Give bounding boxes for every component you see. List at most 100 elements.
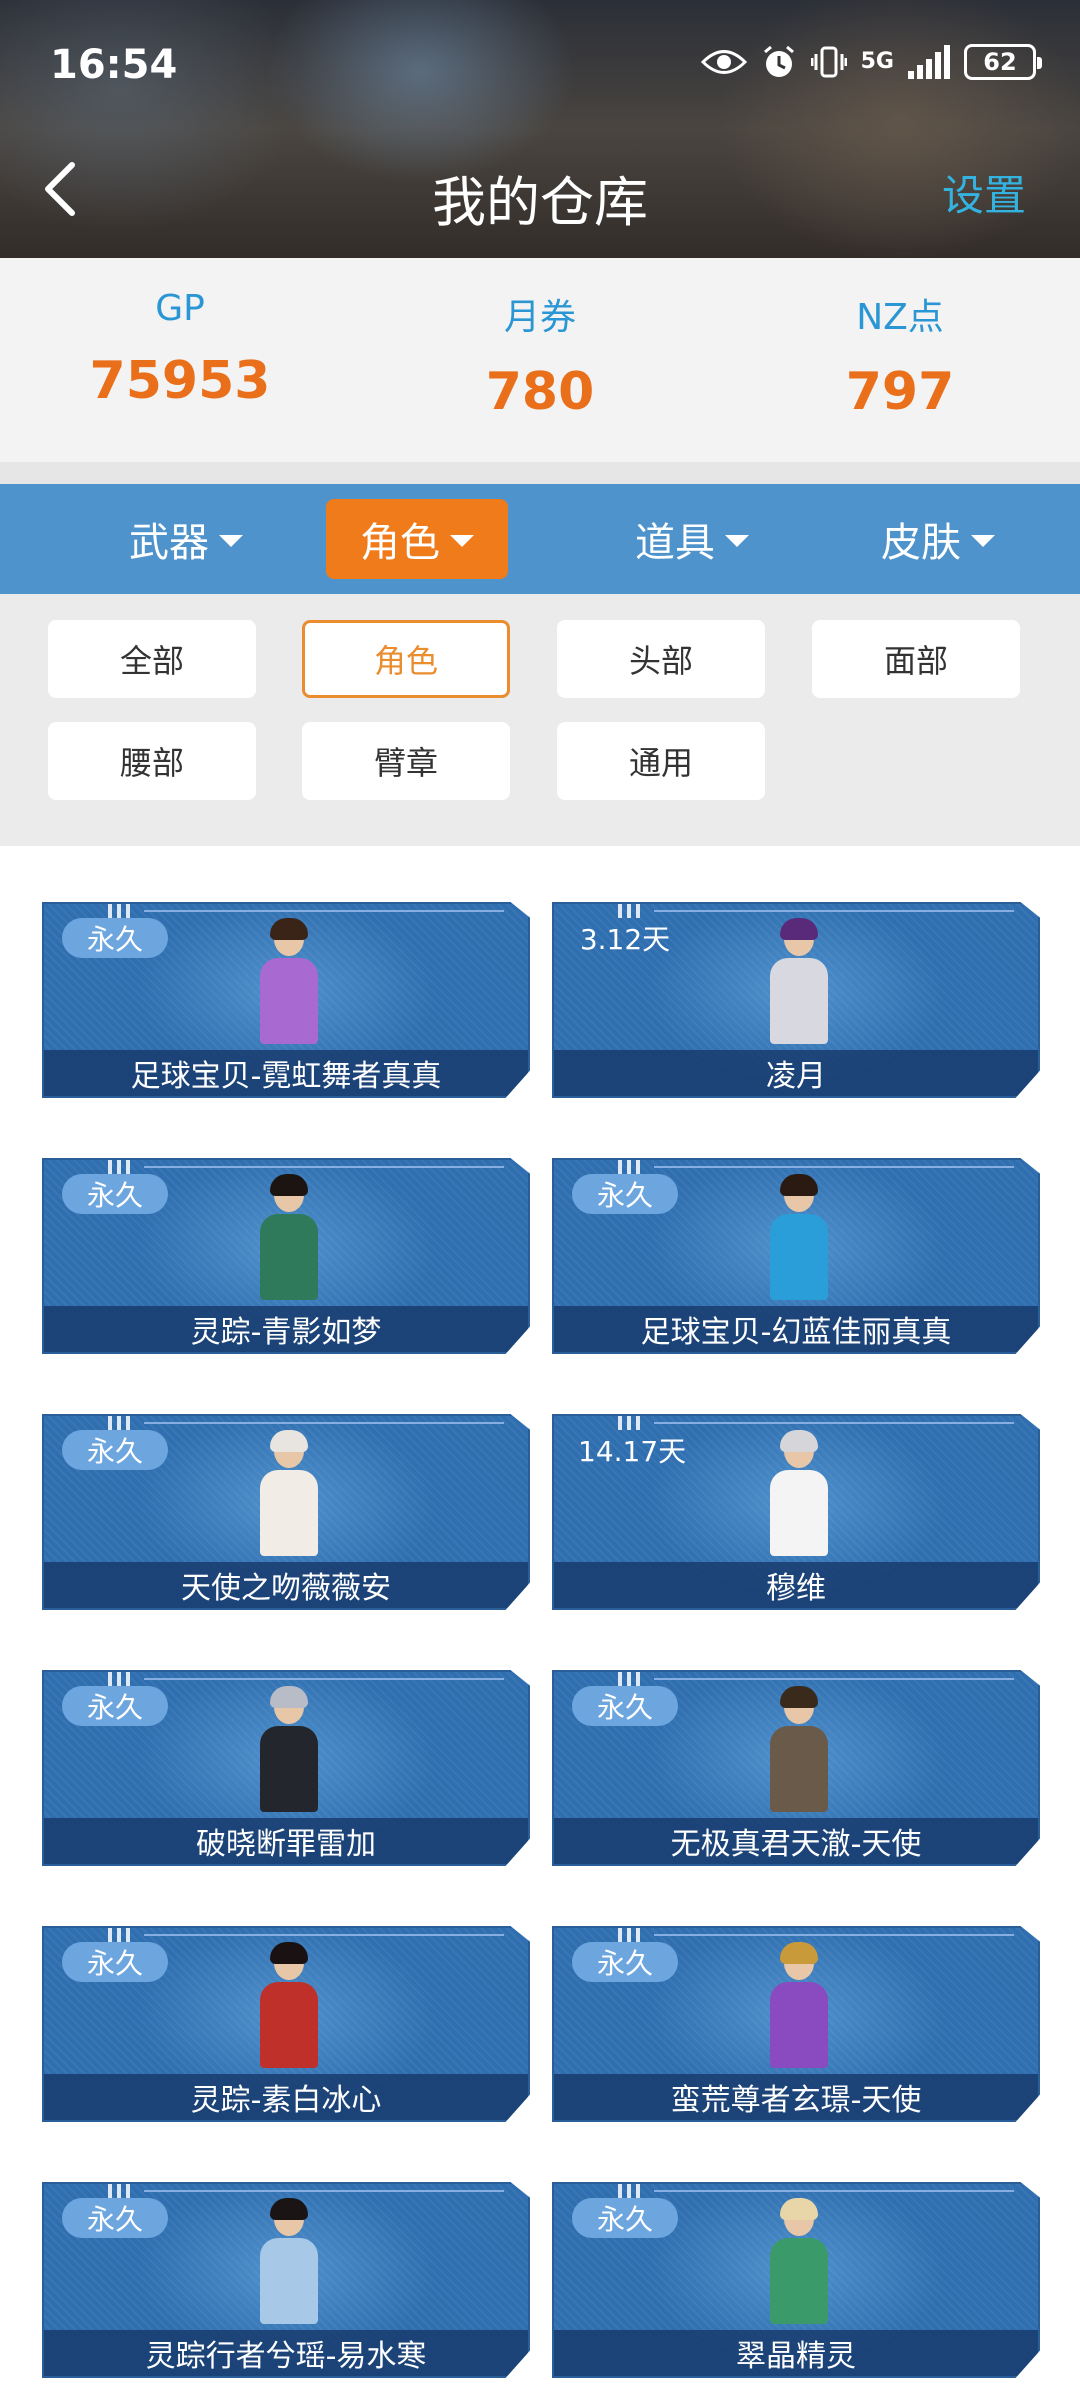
filter-chip-all[interactable]: 全部 <box>48 620 256 698</box>
character-avatar <box>258 2198 320 2324</box>
item-name: 天使之吻薇薇安 <box>44 1562 528 1608</box>
tab-characters[interactable]: 角色 <box>326 499 508 579</box>
character-avatar <box>768 1174 830 1300</box>
card-frame <box>144 1678 504 1680</box>
alarm-icon <box>761 44 797 80</box>
duration-badge: 永久 <box>62 918 168 958</box>
card-notch <box>614 1928 650 1942</box>
item-name: 翠晶精灵 <box>554 2330 1038 2376</box>
item-card[interactable]: 永久 灵踪-青影如梦 <box>42 1158 530 1354</box>
filter-panel: 全部 角色 头部 面部 腰部 臂章 通用 <box>0 594 1080 846</box>
item-name: 足球宝贝-霓虹舞者真真 <box>44 1050 528 1096</box>
character-avatar <box>258 1174 320 1300</box>
item-card[interactable]: 永久 无极真君天澈-天使 <box>552 1670 1040 1866</box>
currency-gp: GP 75953 <box>0 258 360 462</box>
card-notch <box>614 1672 650 1686</box>
filter-chip-head[interactable]: 头部 <box>557 620 765 698</box>
filter-chip-character[interactable]: 角色 <box>302 620 510 698</box>
duration-badge: 永久 <box>62 1174 168 1214</box>
item-card[interactable]: 永久 翠晶精灵 <box>552 2182 1040 2378</box>
item-card[interactable]: 永久 灵踪-素白冰心 <box>42 1926 530 2122</box>
divider <box>0 462 1080 484</box>
filter-chip-general[interactable]: 通用 <box>557 722 765 800</box>
card-frame <box>144 1934 504 1936</box>
network-type-label: 5G <box>860 49 894 74</box>
card-notch <box>104 1928 140 1942</box>
character-avatar <box>768 1430 830 1556</box>
item-name: 穆维 <box>554 1562 1038 1608</box>
currency-label: NZ点 <box>856 297 944 338</box>
card-notch <box>104 2184 140 2198</box>
duration-badge: 永久 <box>62 2198 168 2238</box>
duration-badge: 3.12天 <box>579 923 671 956</box>
item-card[interactable]: 永久 灵踪行者兮瑶-易水寒 <box>42 2182 530 2378</box>
duration-badge: 永久 <box>62 1686 168 1726</box>
item-card[interactable]: 永久 破晓断罪雷加 <box>42 1670 530 1866</box>
item-card[interactable]: 永久 足球宝贝-幻蓝佳丽真真 <box>552 1158 1040 1354</box>
page-title: 我的仓库 <box>432 171 648 234</box>
item-card[interactable]: 永久 天使之吻薇薇安 <box>42 1414 530 1610</box>
duration-badge: 14.17天 <box>578 1435 687 1468</box>
card-notch <box>614 2184 650 2198</box>
card-frame <box>654 1166 1014 1168</box>
item-name: 破晓断罪雷加 <box>44 1818 528 1864</box>
item-name: 足球宝贝-幻蓝佳丽真真 <box>554 1306 1038 1352</box>
currency-monthly-coupon: 月券 780 <box>360 258 720 462</box>
card-frame <box>654 1678 1014 1680</box>
duration-badge: 永久 <box>62 1942 168 1982</box>
status-time: 16:54 <box>50 42 178 88</box>
currency-value: 780 <box>485 362 595 422</box>
caret-down-icon <box>971 535 995 547</box>
currency-label: 月券 <box>503 297 576 338</box>
card-notch <box>614 904 650 918</box>
filter-chip-waist[interactable]: 腰部 <box>48 722 256 800</box>
currency-value: 797 <box>845 362 955 422</box>
character-avatar <box>258 1430 320 1556</box>
duration-badge: 永久 <box>572 1942 678 1982</box>
duration-badge: 永久 <box>62 1430 168 1470</box>
currency-value: 75953 <box>89 351 271 411</box>
card-frame <box>144 2190 504 2192</box>
duration-badge: 永久 <box>572 2198 678 2238</box>
item-name: 灵踪-青影如梦 <box>44 1306 528 1352</box>
duration-badge: 永久 <box>572 1686 678 1726</box>
duration-badge: 永久 <box>572 1174 678 1214</box>
signal-icon <box>908 45 950 79</box>
card-frame <box>654 1934 1014 1936</box>
tab-items[interactable]: 道具 <box>612 499 772 579</box>
item-card[interactable]: 3.12天 凌月 <box>552 902 1040 1098</box>
settings-button[interactable]: 设置 <box>942 162 1026 223</box>
tab-weapons[interactable]: 武器 <box>106 499 266 579</box>
category-tab-bar: 武器 角色 道具 皮肤 <box>0 484 1080 594</box>
currency-summary: GP 75953 月券 780 NZ点 797 <box>0 258 1080 462</box>
item-name: 蛮荒尊者玄璟-天使 <box>554 2074 1038 2120</box>
status-icons: 5G 62 <box>700 44 1042 80</box>
currency-nz-points: NZ点 797 <box>720 258 1080 462</box>
eye-icon <box>700 47 747 77</box>
tab-label: 皮肤 <box>881 520 961 566</box>
header-banner: 16:54 5G 62 我的仓库 设置 <box>0 0 1080 258</box>
item-card[interactable]: 永久 足球宝贝-霓虹舞者真真 <box>42 902 530 1098</box>
item-name: 灵踪-素白冰心 <box>44 2074 528 2120</box>
item-name: 无极真君天澈-天使 <box>554 1818 1038 1864</box>
tab-skins[interactable]: 皮肤 <box>858 499 1018 579</box>
item-grid: 永久 足球宝贝-霓虹舞者真真 3.12天 凌月 永久 灵踪-青影如梦 永久 足球… <box>0 846 1080 2387</box>
card-notch <box>104 904 140 918</box>
tab-label: 道具 <box>635 520 715 566</box>
character-avatar <box>768 918 830 1044</box>
character-avatar <box>258 1686 320 1812</box>
card-frame <box>654 2190 1014 2192</box>
character-avatar <box>258 918 320 1044</box>
card-notch <box>614 1160 650 1174</box>
item-card[interactable]: 永久 蛮荒尊者玄璟-天使 <box>552 1926 1040 2122</box>
card-notch <box>104 1416 140 1430</box>
tab-label: 角色 <box>360 520 440 566</box>
filter-chip-armband[interactable]: 臂章 <box>302 722 510 800</box>
filter-chip-face[interactable]: 面部 <box>812 620 1020 698</box>
card-frame <box>144 1422 504 1424</box>
character-avatar <box>768 1942 830 2068</box>
caret-down-icon <box>450 535 474 547</box>
tab-label: 武器 <box>129 520 209 566</box>
item-card[interactable]: 14.17天 穆维 <box>552 1414 1040 1610</box>
card-notch <box>614 1416 650 1430</box>
